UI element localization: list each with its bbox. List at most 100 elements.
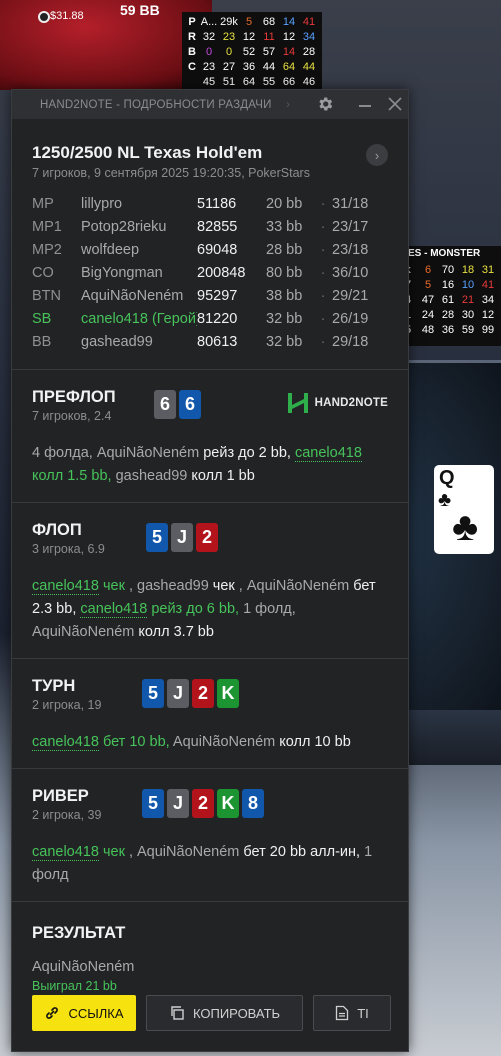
- board-cards: 5J2K8: [142, 789, 264, 818]
- link-button-label: ССЫЛКА: [68, 1005, 124, 1021]
- player-row[interactable]: SB canelo418 (Герой) 81220 32 bb · 26/19: [32, 307, 388, 330]
- game-subtitle: 7 игроков, 9 сентября 2025 19:20:35, Pok…: [32, 166, 310, 180]
- player-stack: 200848: [197, 264, 246, 281]
- action-text: колл 1.5 bb,: [32, 468, 112, 484]
- hero-name[interactable]: canelo418: [32, 844, 99, 861]
- hud-right-title: RIES - MONSTER: [398, 248, 481, 259]
- hud-stat: 5: [424, 278, 432, 291]
- seat-stack: $31.88: [50, 10, 84, 22]
- hud-panel-top[interactable]: P A... 29k 5 68 14 41 R 32 23 12 11 12 34 B 0 0 52 57 14 28 C…: [182, 12, 322, 91]
- hud-stat: 10: [461, 278, 475, 291]
- player-row[interactable]: MP1 Potop28rieku 82855 33 bb · 23/17: [32, 215, 388, 238]
- hud-row-letter: B: [188, 45, 196, 58]
- gear-icon[interactable]: [316, 95, 334, 113]
- card: K: [217, 789, 239, 818]
- player-vpip-pfr: 29/21: [332, 287, 369, 304]
- hud-stat: 21: [461, 293, 475, 306]
- hud-row: C 23 27 36 44 64 44: [185, 59, 319, 74]
- action-text: рейз до 6 bb,: [147, 601, 240, 617]
- hud-stat: 66: [282, 75, 296, 88]
- document-icon: [336, 1005, 349, 1021]
- action-text: колл 3.7 bb: [134, 624, 214, 640]
- separator-dot: ·: [320, 241, 326, 258]
- separator-dot: ·: [320, 195, 326, 212]
- table-card: Q ♣ ♣: [434, 465, 494, 554]
- action-text: gashead99: [111, 468, 188, 484]
- street-turn: ТУРН 2 игрока, 19 5J2K canelo418 бет 10 …: [12, 659, 408, 769]
- separator-dot: ·: [320, 218, 326, 235]
- player-position: SB: [32, 310, 52, 327]
- street-river: РИВЕР 2 игрока, 39 5J2K8 canelo418 чек ,…: [12, 769, 408, 902]
- hud-stat: 5: [245, 15, 253, 28]
- hud-stat: 99: [481, 323, 495, 336]
- action-text: бет 20 bb алл-ин,: [239, 844, 361, 860]
- hud-stat: 23: [202, 60, 216, 73]
- close-icon[interactable]: [388, 97, 402, 111]
- hero-name[interactable]: canelo418: [32, 578, 99, 595]
- hud-stat: 16: [441, 278, 455, 291]
- player-stack: 82855: [197, 218, 238, 235]
- hero-name[interactable]: canelo418: [294, 445, 362, 462]
- hud-stat: 48: [421, 323, 435, 336]
- hud-stat: 34: [481, 293, 495, 306]
- hero-name[interactable]: canelo418: [32, 734, 99, 751]
- player-row[interactable]: BB gashead99 80613 32 bb · 29/18: [32, 330, 388, 353]
- hud-stat: 55: [262, 75, 276, 88]
- copy-button[interactable]: КОПИРОВАТЬ: [146, 995, 303, 1031]
- hand2note-icon: [287, 393, 308, 413]
- player-name: wolfdeep: [81, 241, 140, 258]
- player-stack: 51186: [197, 195, 237, 212]
- hud-stat: 12: [242, 30, 256, 43]
- hud-stat: 12: [481, 308, 495, 321]
- copy-button-label: КОПИРОВАТЬ: [192, 1005, 281, 1021]
- player-name: gashead99: [81, 333, 153, 350]
- player-row[interactable]: BTN AquiNãoNeném 95297 38 bb · 29/21: [32, 284, 388, 307]
- player-row[interactable]: MP lillypro 51186 20 bb · 31/18: [32, 192, 388, 215]
- board-cards: 5J2: [146, 523, 218, 552]
- hud-stat: 31: [481, 263, 495, 276]
- action-text: колл 1 bb: [187, 468, 255, 484]
- hud-row: 548365999: [398, 322, 501, 337]
- window-titlebar[interactable]: HAND2NOTE - ПОДРОБНОСТИ РАЗДАЧИ ›: [12, 90, 408, 119]
- hud-stat: 0: [225, 45, 233, 58]
- minimize-button[interactable]: [359, 105, 371, 107]
- player-position: BB: [32, 333, 52, 350]
- player-vpip-pfr: 31/18: [332, 195, 369, 212]
- hud-stat: 47: [421, 293, 435, 306]
- game-title: 1250/2500 NL Texas Hold'em: [32, 143, 263, 162]
- player-vpip-pfr: 26/19: [332, 310, 369, 327]
- hud-row: 75161041: [398, 277, 501, 292]
- link-button[interactable]: ССЫЛКА: [32, 995, 136, 1031]
- hud-stat: 44: [302, 60, 316, 73]
- player-stack-bb: 80 bb: [266, 264, 303, 281]
- player-stack: 80613: [197, 333, 238, 350]
- player-row[interactable]: CO BigYongman 200848 80 bb · 36/10: [32, 261, 388, 284]
- hud-stat: 24: [421, 308, 435, 321]
- player-name: Potop28rieku: [81, 218, 167, 235]
- ti-button[interactable]: TI: [313, 995, 391, 1031]
- winner-name[interactable]: AquiNãoNeném: [32, 959, 388, 975]
- hud-stat: 28: [302, 45, 316, 58]
- street-actions: canelo418 чек , AquiNãoNeném бет 20 bb а…: [32, 841, 388, 887]
- hud-stat: 57: [262, 45, 276, 58]
- hand-details-window: HAND2NOTE - ПОДРОБНОСТИ РАЗДАЧИ › 1250/2…: [11, 89, 409, 1052]
- expand-button[interactable]: ›: [366, 144, 388, 166]
- result-title: РЕЗУЛЬТАТ: [32, 924, 126, 942]
- hud-stat: 34: [302, 30, 316, 43]
- player-stack-bb: 32 bb: [266, 310, 303, 327]
- hud-stat: 30: [461, 308, 475, 321]
- separator-dot: ·: [320, 264, 326, 281]
- hud-stat: 51: [222, 75, 236, 88]
- hud-stat: 6: [424, 263, 432, 276]
- winnings: Выиграл 21 bb: [32, 979, 117, 993]
- hud-stat: 64: [242, 75, 256, 88]
- action-text: , AquiNãoNeném: [234, 578, 350, 594]
- player-vpip-pfr: 36/10: [332, 264, 369, 281]
- hud-stat: 70: [441, 263, 455, 276]
- player-row[interactable]: MP2 wolfdeep 69048 28 bb · 23/18: [32, 238, 388, 261]
- hero-name[interactable]: canelo418: [80, 601, 148, 618]
- street-actions: 4 фолда, AquiNãoNeném рейз до 2 bb, cane…: [32, 442, 388, 488]
- street-preflop: ПРЕФЛОП 7 игроков, 2.4 66 HAND2NOTE 4 фо…: [12, 370, 408, 503]
- hud-row: 447612134: [398, 292, 501, 307]
- player-stack: 81220: [197, 310, 238, 327]
